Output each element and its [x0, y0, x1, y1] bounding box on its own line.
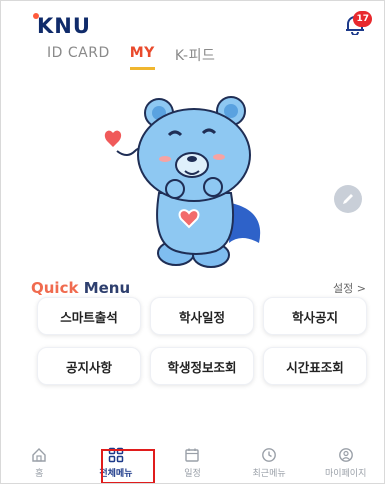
nav-my-page[interactable]: 마이페이지	[311, 447, 381, 479]
app-frame: KNU 17 ID CARD MY K-피드 Quick Menu 설정 > 스…	[0, 0, 385, 484]
quick-menu-student-info[interactable]: 학생정보조회	[150, 347, 254, 385]
calendar-icon	[185, 448, 200, 462]
nav-recent-menu-label: 최근메뉴	[252, 469, 286, 479]
notification-badge: 17	[353, 11, 372, 27]
user-icon	[338, 448, 353, 462]
bottom-navigation: 홈 전체메뉴 일정 최근메뉴 마이페이지	[1, 447, 384, 483]
clock-icon	[262, 448, 276, 462]
logo-text: KNU	[37, 14, 91, 38]
home-icon	[32, 448, 46, 462]
nav-home[interactable]: 홈	[4, 447, 74, 479]
tab-my[interactable]: MY	[129, 45, 155, 70]
nav-schedule-label: 일정	[184, 469, 201, 479]
nav-all-menu[interactable]: 전체메뉴	[81, 447, 151, 479]
notification-button[interactable]: 17	[344, 11, 372, 37]
logo-dot	[33, 13, 39, 19]
nav-my-page-label: 마이페이지	[324, 469, 367, 479]
quick-menu-settings-link[interactable]: 설정 >	[333, 280, 366, 296]
edit-character-button[interactable]	[334, 185, 362, 213]
quick-menu-announcements[interactable]: 공지사항	[37, 347, 141, 385]
quick-menu-header: Quick Menu 설정 >	[31, 279, 366, 297]
knu-logo[interactable]: KNU	[33, 13, 91, 38]
quick-menu-academic-notice[interactable]: 학사공지	[263, 297, 367, 335]
nav-home-label: 홈	[35, 469, 44, 479]
nav-recent-menu[interactable]: 최근메뉴	[234, 447, 304, 479]
top-tabs: ID CARD MY K-피드	[47, 45, 215, 70]
quick-menu-timetable[interactable]: 시간표조회	[263, 347, 367, 385]
quick-menu-title-quick: Quick	[31, 279, 79, 297]
grid-icon	[108, 447, 124, 463]
nav-all-menu-label: 전체메뉴	[99, 469, 133, 479]
nav-schedule[interactable]: 일정	[157, 447, 227, 479]
tab-k-feed[interactable]: K-피드	[175, 45, 216, 70]
pencil-icon	[343, 194, 353, 204]
quick-menu-smart-attendance[interactable]: 스마트출석	[37, 297, 141, 335]
quick-menu-academic-calendar[interactable]: 학사일정	[150, 297, 254, 335]
tab-id-card[interactable]: ID CARD	[47, 45, 110, 70]
quick-menu-grid: 스마트출석 학사일정 학사공지 공지사항 학생정보조회 시간표조회	[37, 297, 367, 385]
quick-menu-title-menu: Menu	[83, 279, 131, 297]
bear-mascot-illustration	[81, 93, 306, 269]
quick-menu-title: Quick Menu	[31, 279, 130, 297]
